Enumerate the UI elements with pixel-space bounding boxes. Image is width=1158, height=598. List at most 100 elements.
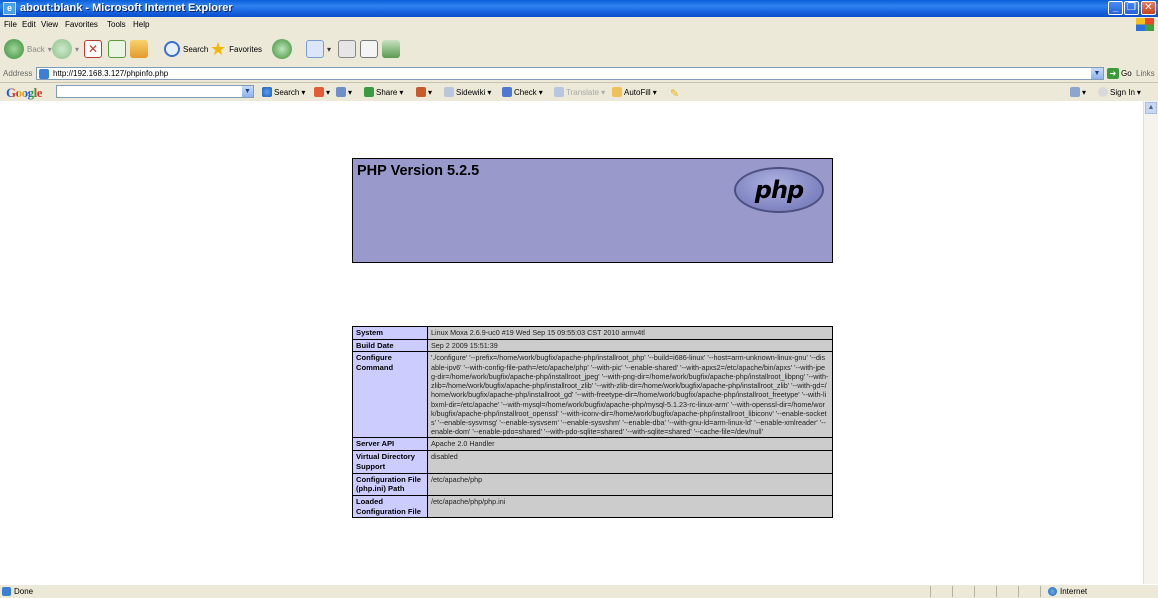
window-title: about:blank - Microsoft Internet Explore… [20, 2, 233, 14]
php-version-title: PHP Version 5.2.5 [357, 163, 480, 179]
google-search-icon [262, 87, 272, 97]
edit-button[interactable] [360, 38, 378, 60]
menu-bar: File Edit View Favorites Tools Help [0, 17, 1158, 32]
check-label: Check [514, 87, 537, 97]
spellcheck-icon [502, 87, 512, 97]
vertical-scrollbar[interactable]: ▲ [1143, 101, 1158, 584]
php-info-table: System Linux Moxa 2.6.9-uc0 #19 Wed Sep 1… [352, 326, 833, 519]
google-logo: Google [6, 85, 43, 100]
stop-icon: ✕ [84, 40, 102, 58]
stop-button[interactable]: ✕ [84, 38, 102, 60]
search-icon [164, 41, 180, 57]
info-key: Configure Command [352, 351, 428, 439]
home-icon [130, 40, 148, 58]
security-zone[interactable]: Internet [1048, 587, 1087, 596]
google-search-input[interactable]: ▼ [56, 85, 254, 98]
mail-icon [306, 40, 324, 58]
info-key: Configuration File (php.ini) Path [352, 472, 428, 497]
translate-icon [554, 87, 564, 97]
info-value: /etc/apache/php/php.ini [427, 494, 833, 519]
history-button[interactable] [272, 38, 292, 60]
info-key: Loaded Configuration File [352, 494, 428, 519]
favorites-star-icon: ★ [210, 38, 227, 59]
refresh-icon [108, 40, 126, 58]
php-logo[interactable]: php [734, 167, 824, 213]
address-dropdown-icon[interactable]: ▼ [1091, 68, 1103, 79]
table-row: Build Date Sep 2 2009 15:51:39 [352, 338, 833, 353]
title-bar[interactable]: e about:blank - Microsoft Internet Explo… [0, 0, 1158, 17]
menu-edit[interactable]: Edit [22, 20, 36, 29]
info-key: System [352, 326, 428, 340]
mail-button[interactable]: ▾ [306, 38, 331, 60]
sign-in-button[interactable]: Sign In ▾ [1098, 87, 1141, 97]
info-value: /etc/apache/php [427, 472, 833, 497]
favorites-button[interactable]: ★ Favorites [210, 38, 262, 60]
google-search-button[interactable]: Search ▾ [262, 87, 305, 97]
status-bar: Done Internet [0, 584, 1158, 598]
menu-help[interactable]: Help [133, 20, 149, 29]
internet-globe-icon [1048, 587, 1057, 596]
share-icon [364, 87, 374, 97]
search-label: Search [183, 44, 209, 54]
address-bar: Address http://192.168.3.127/phpinfo.php… [0, 66, 1158, 83]
address-url[interactable]: http://192.168.3.127/phpinfo.php [53, 69, 168, 78]
ie-app-icon[interactable]: e [3, 2, 16, 15]
translate-button[interactable]: Translate ▾ [554, 87, 605, 97]
menu-view[interactable]: View [41, 20, 58, 29]
info-value: Sep 2 2009 15:51:39 [427, 338, 833, 353]
search-button[interactable]: Search [164, 38, 208, 60]
google-settings-button[interactable]: ▾ [1070, 87, 1086, 97]
info-value: disabled [427, 450, 833, 474]
print-icon [338, 40, 356, 58]
google-search-dropdown-icon[interactable]: ▼ [242, 86, 253, 97]
print-button[interactable] [338, 38, 356, 60]
close-button[interactable]: ✕ [1141, 1, 1156, 15]
back-button[interactable]: Back ▾ [4, 38, 52, 60]
table-row: System Linux Moxa 2.6.9-uc0 #19 Wed Sep 1… [352, 326, 833, 340]
table-row: Loaded Configuration File/etc/apache/php… [352, 494, 833, 519]
menu-file[interactable]: File [4, 20, 17, 29]
home-button[interactable] [130, 38, 148, 60]
highlight-button[interactable]: ✎ [670, 87, 679, 100]
table-row: Server API Apache 2.0 Handler [352, 437, 833, 452]
windows-logo-icon [1136, 18, 1154, 31]
back-arrow-icon [4, 39, 24, 59]
links-button[interactable]: Links [1136, 69, 1155, 78]
table-row: Configuration File (php.ini) Path/etc/ap… [352, 472, 833, 497]
page-icon [39, 69, 49, 79]
address-label: Address [3, 69, 33, 78]
maximize-button[interactable]: ❐ [1124, 1, 1139, 15]
info-value: './configure' '--prefix=/home/work/bugfi… [427, 351, 833, 439]
minimize-button[interactable]: _ [1108, 1, 1123, 15]
menu-tools[interactable]: Tools [107, 20, 126, 29]
favorites-label: Favorites [229, 44, 263, 54]
share-button[interactable]: Share ▾ [364, 87, 403, 97]
share-label: Share [376, 87, 398, 97]
autofill-label: AutoFill [624, 87, 651, 97]
autofill-button[interactable]: AutoFill ▾ [612, 87, 657, 97]
php-version-header: PHP Version 5.2.5 php [352, 158, 833, 263]
wrench-icon [1070, 87, 1080, 97]
scroll-up-arrow-icon[interactable]: ▲ [1145, 102, 1157, 114]
messenger-button[interactable] [382, 38, 400, 60]
go-button[interactable]: ➜ Go [1107, 68, 1132, 79]
page-content[interactable]: PHP Version 5.2.5 php System Linux Moxa 2… [0, 101, 1143, 584]
google-toolbar: Google ▼ Search ▾ ▾ ▾ Share ▾ ▾ Sidewiki ▾ … [0, 83, 1158, 102]
page-status-icon [2, 587, 11, 596]
google-extra-button[interactable]: ▾ ▾ [314, 87, 352, 97]
sidewiki-button[interactable]: Sidewiki ▾ [444, 87, 491, 97]
php-logo-text: php [754, 176, 804, 204]
google-extra-icon [314, 87, 324, 97]
go-label: Go [1121, 69, 1132, 78]
table-row: Virtual Directory Support disabled [352, 450, 833, 474]
history-icon [272, 39, 292, 59]
forward-button[interactable]: ▾ [52, 38, 79, 60]
standard-toolbar: Back ▾ ▾ ✕ Search ★ Favorites ▾ [0, 32, 1158, 67]
refresh-button[interactable] [108, 38, 126, 60]
info-key: Build Date [352, 338, 428, 353]
menu-favorites[interactable]: Favorites [65, 20, 98, 29]
check-button[interactable]: Check ▾ [502, 87, 543, 97]
messenger-icon [382, 40, 400, 58]
address-input[interactable]: http://192.168.3.127/phpinfo.php ▼ [36, 67, 1104, 80]
google-tool-button[interactable]: ▾ [416, 87, 432, 97]
